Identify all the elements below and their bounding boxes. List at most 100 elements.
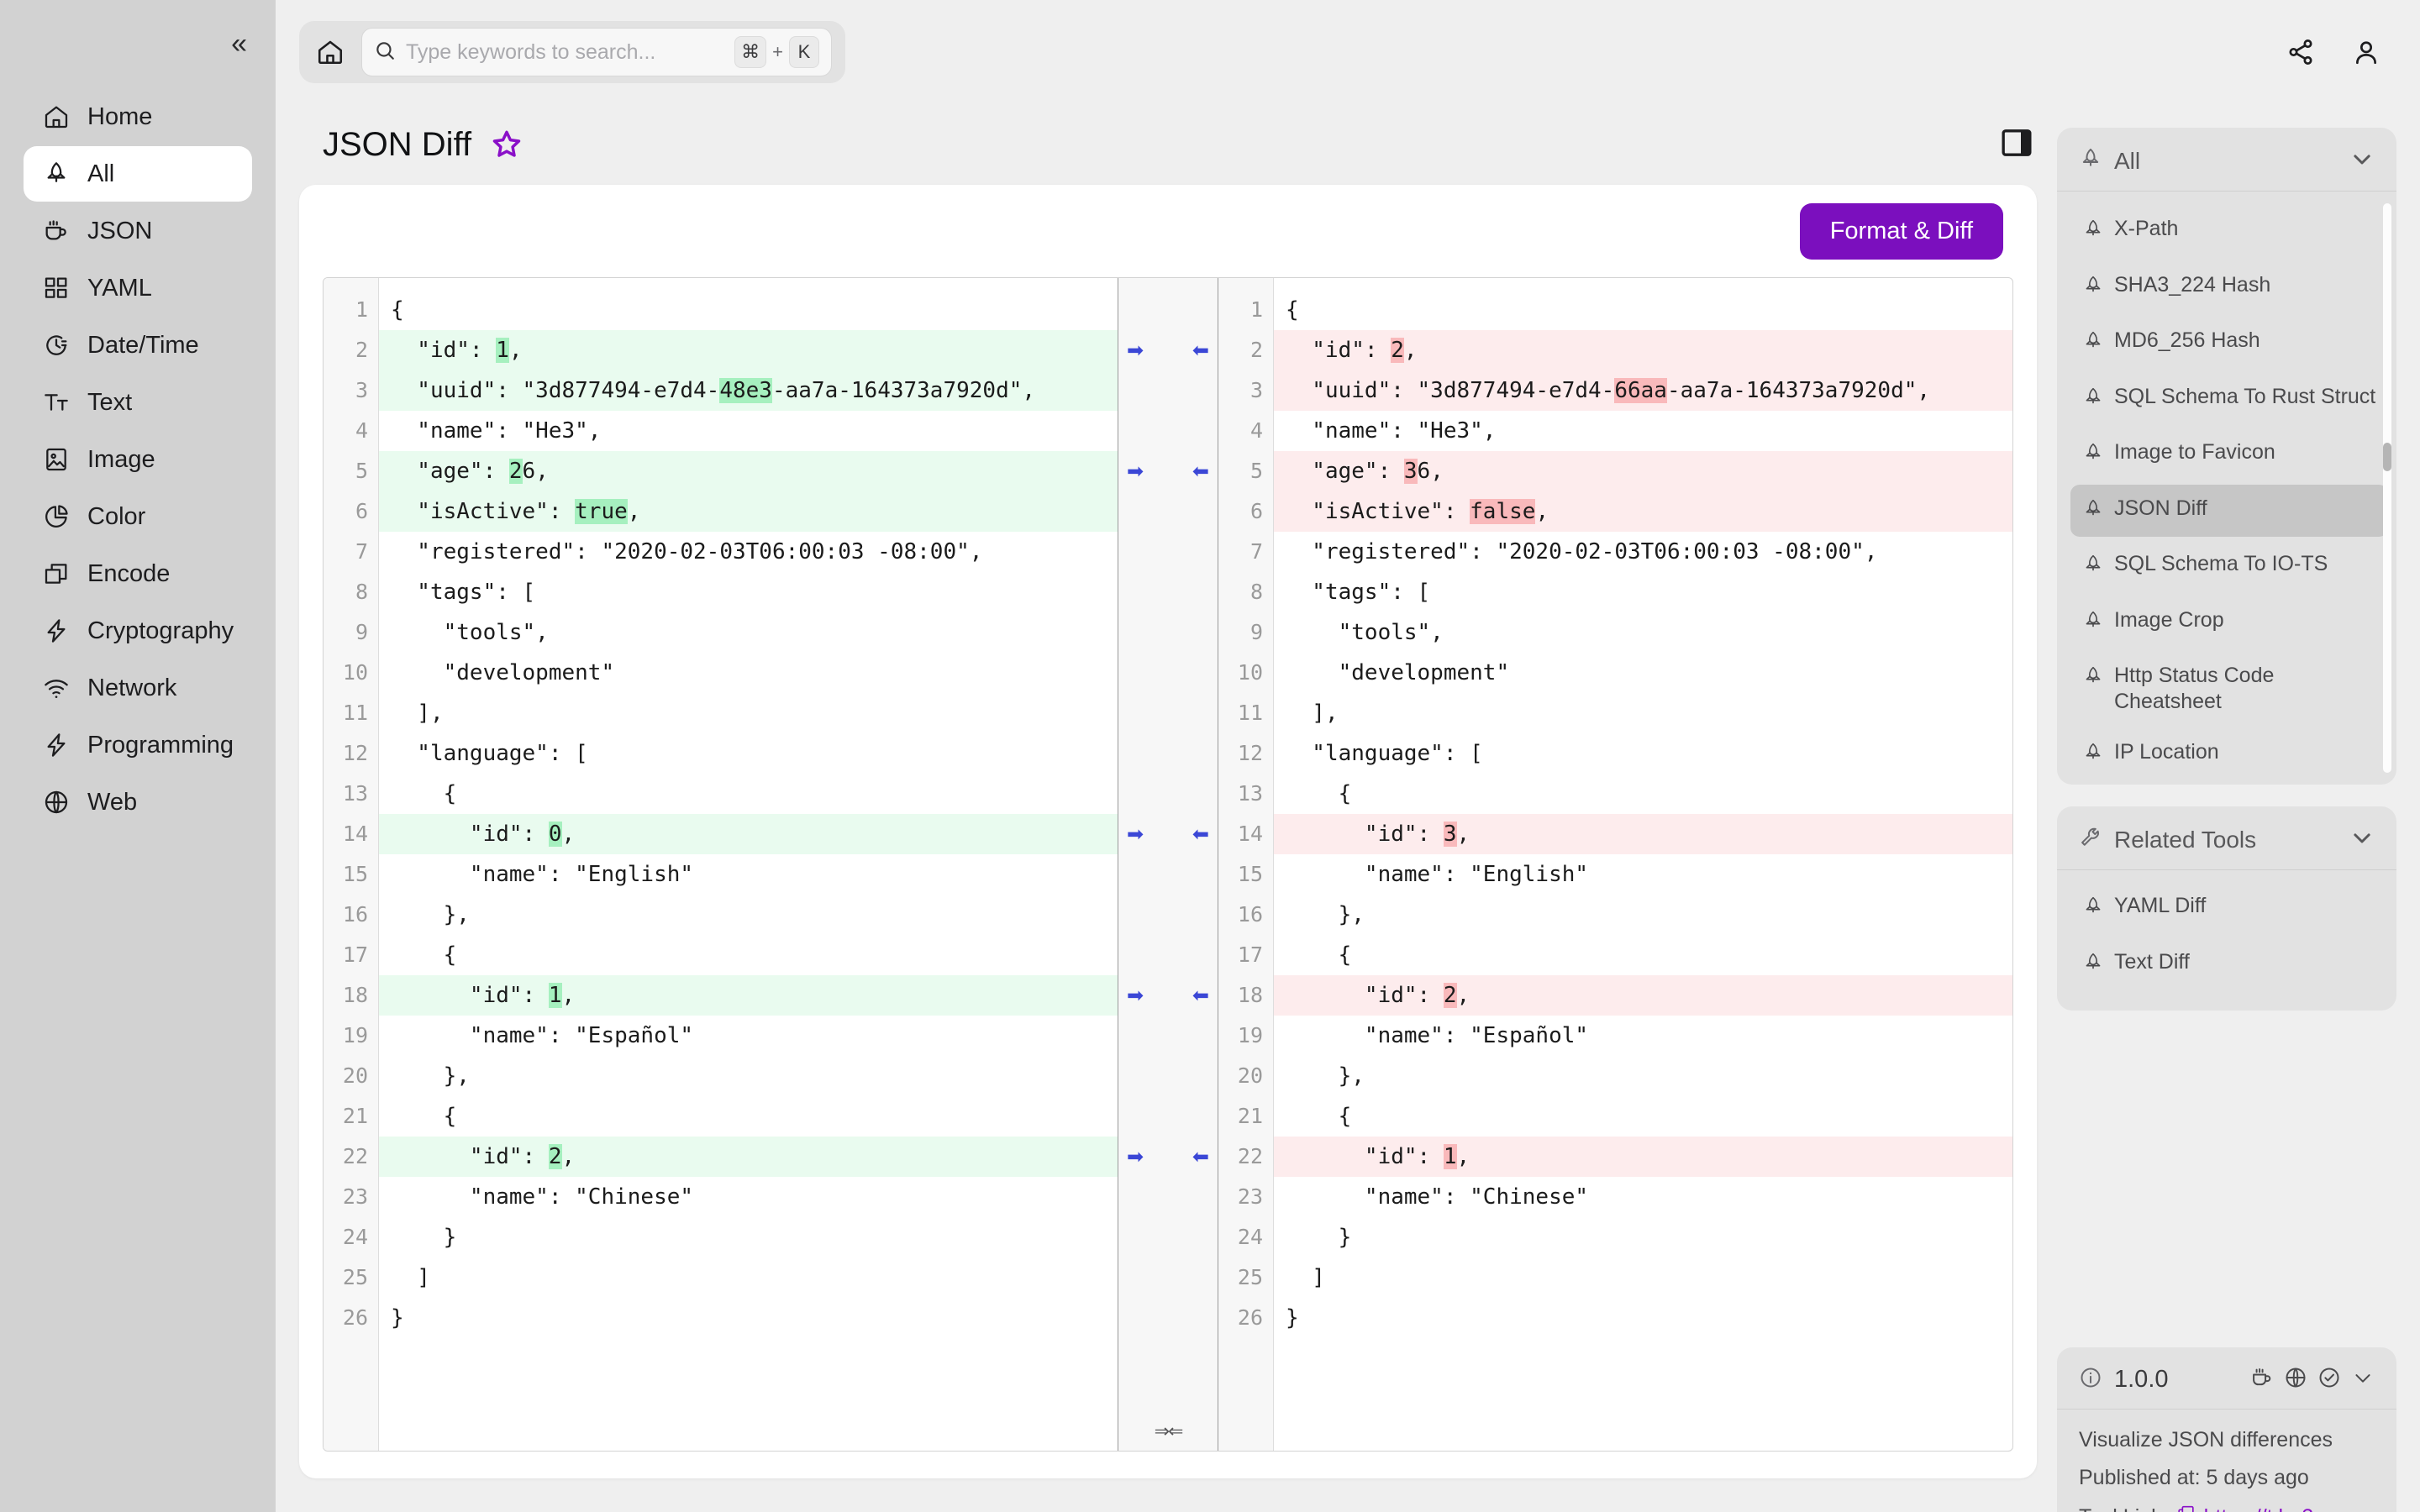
code-line[interactable]: "age": 36, [1274, 451, 2012, 491]
code-line[interactable]: "name": "English" [379, 854, 1118, 895]
user-icon[interactable] [2348, 34, 2385, 71]
collapse-sidebar-button[interactable]: « [231, 29, 247, 58]
sidebar-item-text[interactable]: Text [24, 375, 252, 430]
code-line[interactable]: ] [1274, 1257, 2012, 1298]
tool-link-value[interactable]: https://t.he3app.co... [2204, 1505, 2395, 1512]
chevron-down-icon[interactable] [2349, 825, 2375, 854]
code-line[interactable]: "registered": "2020-02-03T06:00:03 -08:0… [379, 532, 1118, 572]
code-line[interactable]: { [1274, 774, 2012, 814]
tool-item-ip-location[interactable]: IP Location [2070, 728, 2388, 781]
code-line[interactable]: "tags": [ [379, 572, 1118, 612]
tool-item-x-path[interactable]: X-Path [2070, 205, 2388, 258]
code-line[interactable]: }, [379, 1056, 1118, 1096]
tool-item-sql-schema-to-io-ts[interactable]: SQL Schema To IO-TS [2070, 540, 2388, 593]
tools-list[interactable]: X-Path SHA3_224 Hash MD6_256 Hash SQL Schem… [2057, 192, 2396, 785]
sidebar-item-yaml[interactable]: YAML [24, 260, 252, 316]
merge-right-arrow-icon[interactable]: ➡ [1127, 340, 1144, 360]
tool-item-md6-256-hash[interactable]: MD6_256 Hash [2070, 317, 2388, 370]
left-code-area[interactable]: { "id": 1, "uuid": "3d877494-e7d4-48e3-a… [379, 278, 1118, 1451]
code-line[interactable]: { [379, 774, 1118, 814]
related-tools-header[interactable]: Related Tools [2057, 806, 2396, 870]
check-circle-icon[interactable] [2317, 1366, 2341, 1394]
star-icon[interactable] [490, 128, 523, 161]
code-line[interactable]: } [379, 1298, 1118, 1338]
code-line[interactable]: "tools", [379, 612, 1118, 653]
chevron-down-icon[interactable] [2349, 146, 2375, 176]
code-line[interactable]: "name": "He3", [1274, 411, 2012, 451]
diff-left-editor[interactable]: 1 2 3 4 5 6 7 8 9 10 11 12 13 14 15 16 17 18 19 20 21 22 23 24 2… [324, 278, 1118, 1451]
related-item-yaml-diff[interactable]: YAML Diff [2070, 882, 2383, 935]
code-line[interactable]: } [379, 1217, 1118, 1257]
sidebar-item-date-time[interactable]: Date/Time [24, 318, 252, 373]
sidebar-item-color[interactable]: Color [24, 489, 252, 544]
merge-right-arrow-icon[interactable]: ➡ [1127, 985, 1144, 1005]
right-code-area[interactable]: { "id": 2, "uuid": "3d877494-e7d4-66aa-a… [1274, 278, 2012, 1451]
code-line[interactable]: "name": "Español" [1274, 1016, 2012, 1056]
diff-merge-gutter[interactable]: ➡⬅➡⬅➡⬅➡⬅➡⬅➡⬅➡⬅➡⬅➡⬅➡⬅➡⬅➡⬅➡⬅➡⬅➡⬅➡⬅➡⬅➡⬅➡⬅➡⬅… [1118, 278, 1218, 1451]
tool-item-image-crop[interactable]: Image Crop [2070, 596, 2388, 649]
merge-left-arrow-icon[interactable]: ⬅ [1192, 824, 1209, 844]
code-line[interactable]: "id": 2, [1274, 975, 2012, 1016]
code-line[interactable]: "isActive": false, [1274, 491, 2012, 532]
code-line[interactable]: { [379, 1096, 1118, 1137]
chevron-down-icon[interactable] [2351, 1366, 2375, 1394]
code-line[interactable]: "id": 3, [1274, 814, 2012, 854]
tool-item-http-status-code-cheatsheet[interactable]: Http Status Code Cheatsheet [2070, 652, 2388, 725]
code-line[interactable]: "age": 26, [379, 451, 1118, 491]
resize-handle[interactable]: ⇒⇐ [1155, 1421, 1184, 1442]
merge-left-arrow-icon[interactable]: ⬅ [1192, 1147, 1209, 1167]
sidebar-item-cryptography[interactable]: Cryptography [24, 603, 252, 659]
code-line[interactable]: "language": [ [1274, 733, 2012, 774]
code-line[interactable]: { [379, 935, 1118, 975]
globe-icon[interactable] [2284, 1366, 2307, 1394]
search-input[interactable] [406, 39, 725, 65]
code-line[interactable]: "id": 1, [379, 975, 1118, 1016]
sidebar-item-web[interactable]: Web [24, 774, 252, 830]
search-box[interactable]: ⌘ + K [361, 28, 832, 76]
tool-item-sha3-224-hash[interactable]: SHA3_224 Hash [2070, 261, 2388, 314]
code-line[interactable]: }, [1274, 895, 2012, 935]
panel-right-icon[interactable] [2000, 126, 2037, 163]
merge-right-arrow-icon[interactable]: ➡ [1127, 461, 1144, 481]
code-line[interactable]: "id": 1, [379, 330, 1118, 370]
home-icon[interactable] [313, 34, 348, 70]
tool-item-image-to-favicon[interactable]: Image to Favicon [2070, 428, 2388, 481]
code-line[interactable]: "uuid": "3d877494-e7d4-48e3-aa7a-164373a… [379, 370, 1118, 411]
sidebar-item-network[interactable]: Network [24, 660, 252, 716]
tool-item-sql-schema-to-rust-struct[interactable]: SQL Schema To Rust Struct [2070, 373, 2388, 426]
related-item-text-diff[interactable]: Text Diff [2070, 938, 2383, 991]
tool-item-json-diff[interactable]: JSON Diff [2070, 484, 2388, 537]
code-line[interactable]: "development" [1274, 653, 2012, 693]
merge-left-arrow-icon[interactable]: ⬅ [1192, 340, 1209, 360]
code-line[interactable]: }, [379, 895, 1118, 935]
code-line[interactable]: { [379, 290, 1118, 330]
code-line[interactable]: "name": "English" [1274, 854, 2012, 895]
code-line[interactable]: "name": "Chinese" [1274, 1177, 2012, 1217]
tools-list-scroll-thumb[interactable] [2383, 442, 2391, 471]
related-tools-list[interactable]: YAML Diff Text Diff [2057, 870, 2396, 1011]
code-line[interactable]: }, [1274, 1056, 2012, 1096]
merge-left-arrow-icon[interactable]: ⬅ [1192, 461, 1209, 481]
code-line[interactable]: { [1274, 290, 2012, 330]
sidebar-item-json[interactable]: JSON [24, 203, 252, 259]
code-line[interactable]: { [1274, 935, 2012, 975]
merge-right-arrow-icon[interactable]: ➡ [1127, 1147, 1144, 1167]
code-line[interactable]: ], [379, 693, 1118, 733]
code-line[interactable]: "name": "He3", [379, 411, 1118, 451]
code-line[interactable]: "tags": [ [1274, 572, 2012, 612]
sidebar-item-all[interactable]: All [24, 146, 252, 202]
sidebar-item-home[interactable]: Home [24, 89, 252, 144]
share-icon[interactable] [2282, 34, 2319, 71]
code-line[interactable]: "name": "Español" [379, 1016, 1118, 1056]
code-line[interactable]: "name": "Chinese" [379, 1177, 1118, 1217]
sidebar-item-image[interactable]: Image [24, 432, 252, 487]
code-line[interactable]: "uuid": "3d877494-e7d4-66aa-aa7a-164373a… [1274, 370, 2012, 411]
format-diff-button[interactable]: Format & Diff [1799, 202, 2003, 260]
code-line[interactable]: ], [1274, 693, 2012, 733]
code-line[interactable]: } [1274, 1298, 2012, 1338]
tools-panel-header[interactable]: All [2057, 128, 2396, 192]
merge-right-arrow-icon[interactable]: ➡ [1127, 824, 1144, 844]
copy-icon[interactable] [2175, 1504, 2196, 1512]
code-line[interactable]: "isActive": true, [379, 491, 1118, 532]
code-line[interactable]: "language": [ [379, 733, 1118, 774]
